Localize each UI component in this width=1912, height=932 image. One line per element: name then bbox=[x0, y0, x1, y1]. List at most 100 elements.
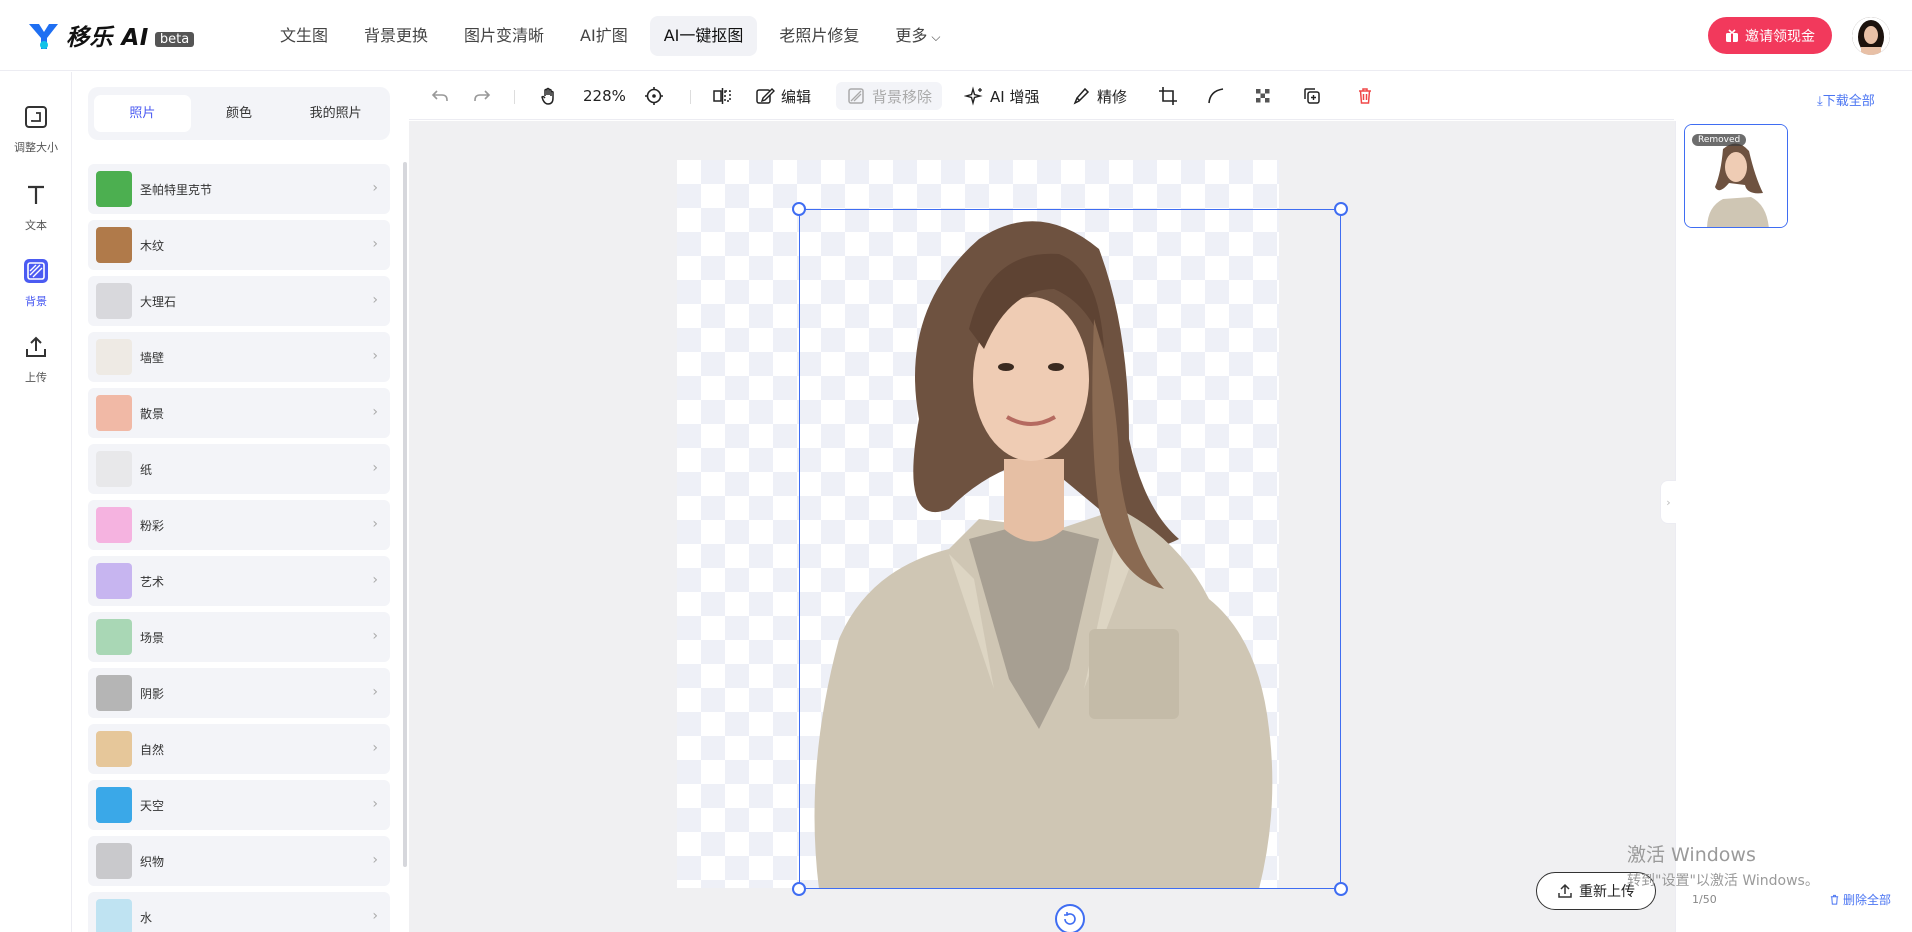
resize-handle-bottom-right[interactable] bbox=[1334, 882, 1348, 896]
duplicate-button[interactable] bbox=[1302, 84, 1322, 108]
collapse-panel-toggle[interactable]: › bbox=[1660, 480, 1676, 524]
background-category-label: 自然 bbox=[140, 742, 165, 757]
resize-handle-top-left[interactable] bbox=[792, 202, 806, 216]
center-fit-button[interactable] bbox=[644, 84, 664, 108]
background-category-item[interactable]: 阴影 › bbox=[88, 668, 390, 718]
background-category-item[interactable]: 木纹 › bbox=[88, 220, 390, 270]
brush-icon bbox=[1073, 87, 1090, 105]
background-thumbnail bbox=[96, 507, 132, 543]
background-category-item[interactable]: 水 › bbox=[88, 892, 390, 932]
chevron-right-icon: › bbox=[372, 180, 378, 196]
top-bar: 移乐 AI beta 文生图 背景更换 图片变清晰 AI扩图 AI一键抠图 老照… bbox=[0, 0, 1912, 71]
background-thumbnail bbox=[96, 395, 132, 431]
background-category-item[interactable]: 散景 › bbox=[88, 388, 390, 438]
sparkle-icon bbox=[964, 86, 983, 106]
background-category-label: 散景 bbox=[140, 406, 165, 421]
nav-ai-cutout[interactable]: AI一键抠图 bbox=[649, 16, 758, 56]
user-avatar[interactable] bbox=[1852, 17, 1890, 55]
rotate-handle[interactable] bbox=[1055, 904, 1085, 932]
crop-button[interactable] bbox=[1158, 84, 1178, 108]
beta-badge: beta bbox=[154, 31, 195, 47]
rail-item-upload[interactable]: 上传 bbox=[0, 334, 72, 385]
background-category-label: 木纹 bbox=[140, 238, 165, 253]
toolbar-divider bbox=[514, 90, 515, 104]
selection-box[interactable] bbox=[799, 209, 1341, 889]
compare-button[interactable] bbox=[712, 84, 732, 108]
undo-button[interactable] bbox=[430, 84, 450, 108]
nav-more[interactable]: 更多 ⌵ bbox=[881, 16, 954, 56]
background-category-label: 阴影 bbox=[140, 686, 165, 701]
delete-all-button[interactable]: 删除全部 bbox=[1829, 891, 1891, 908]
edit-button[interactable]: 编辑 bbox=[755, 84, 811, 108]
rail-item-resize[interactable]: 调整大小 bbox=[0, 104, 72, 155]
background-thumbnail bbox=[96, 899, 132, 932]
background-category-label: 织物 bbox=[140, 854, 165, 869]
background-category-item[interactable]: 织物 › bbox=[88, 836, 390, 886]
chevron-right-icon: › bbox=[372, 516, 378, 532]
background-category-list: 圣帕特里克节 › 木纹 › 大理石 › 墙壁 › 散景 › 纸 › 粉彩 › 艺术 › 场景 › 阴影 › 自然 › 天空 ›… bbox=[88, 164, 390, 932]
rail-item-text[interactable]: 文本 bbox=[0, 182, 72, 233]
logo-mark-icon bbox=[29, 24, 58, 49]
background-category-label: 场景 bbox=[140, 630, 165, 645]
text-icon bbox=[28, 185, 44, 204]
redo-icon bbox=[474, 90, 491, 101]
background-category-item[interactable]: 天空 › bbox=[88, 780, 390, 830]
rail-item-background[interactable]: 背景 bbox=[0, 258, 72, 309]
background-category-item[interactable]: 艺术 › bbox=[88, 556, 390, 606]
nav-background-replace[interactable]: 背景更换 bbox=[350, 16, 442, 56]
crosshair-icon bbox=[645, 87, 663, 105]
background-category-label: 天空 bbox=[140, 798, 165, 813]
panel-tabs: 照片 颜色 我的照片 bbox=[88, 87, 390, 140]
canvas-area[interactable] bbox=[409, 121, 1675, 932]
redo-button[interactable] bbox=[472, 84, 492, 108]
duplicate-icon bbox=[1304, 88, 1320, 104]
invite-cash-button[interactable]: 邀请领现金 bbox=[1708, 17, 1832, 54]
tab-my-photos[interactable]: 我的照片 bbox=[287, 95, 384, 132]
delete-button[interactable] bbox=[1355, 84, 1375, 108]
resize-handle-top-right[interactable] bbox=[1334, 202, 1348, 216]
chevron-right-icon: › bbox=[372, 236, 378, 252]
windows-activation-watermark: 激活 Windows 转到"设置"以激活 Windows。 bbox=[1627, 840, 1819, 890]
background-category-label: 墙壁 bbox=[140, 350, 165, 365]
background-category-item[interactable]: 大理石 › bbox=[88, 276, 390, 326]
rail-label-background: 背景 bbox=[25, 295, 47, 308]
background-category-item[interactable]: 场景 › bbox=[88, 612, 390, 662]
logo[interactable]: 移乐 AI beta bbox=[26, 18, 195, 52]
background-remove-button[interactable]: 背景移除 bbox=[836, 82, 943, 110]
crop-icon bbox=[1159, 87, 1177, 105]
nav-image-sharpen[interactable]: 图片变清晰 bbox=[450, 16, 558, 56]
nav-ai-expand[interactable]: AI扩图 bbox=[566, 16, 642, 56]
result-thumbnail[interactable]: Removed bbox=[1684, 124, 1788, 228]
background-thumbnail bbox=[96, 675, 132, 711]
background-thumbnail bbox=[96, 843, 132, 879]
zoom-level[interactable]: 228% bbox=[583, 84, 626, 108]
background-category-item[interactable]: 自然 › bbox=[88, 724, 390, 774]
curve-icon bbox=[1208, 88, 1224, 104]
download-all-label: 下载全部 bbox=[1822, 94, 1875, 109]
transparency-button[interactable] bbox=[1253, 84, 1273, 108]
background-category-label: 圣帕特里克节 bbox=[140, 182, 213, 197]
background-category-label: 艺术 bbox=[140, 574, 165, 589]
background-category-item[interactable]: 墙壁 › bbox=[88, 332, 390, 382]
chevron-right-icon: › bbox=[372, 628, 378, 644]
ai-enhance-label: AI 增强 bbox=[990, 87, 1040, 106]
panel-scrollbar[interactable] bbox=[403, 162, 407, 867]
background-category-item[interactable]: 粉彩 › bbox=[88, 500, 390, 550]
curve-button[interactable] bbox=[1206, 84, 1226, 108]
nav-text-to-image[interactable]: 文生图 bbox=[266, 16, 342, 56]
rail-label-upload: 上传 bbox=[25, 371, 47, 384]
ai-enhance-button[interactable]: AI 增强 bbox=[964, 84, 1039, 108]
background-thumbnail bbox=[96, 283, 132, 319]
resize-handle-bottom-left[interactable] bbox=[792, 882, 806, 896]
tab-photos[interactable]: 照片 bbox=[94, 95, 191, 132]
refine-button[interactable]: 精修 bbox=[1071, 84, 1127, 108]
background-category-item[interactable]: 纸 › bbox=[88, 444, 390, 494]
download-all-button[interactable]: ⤓下载全部 bbox=[1817, 90, 1875, 109]
tab-colors[interactable]: 颜色 bbox=[191, 95, 288, 132]
resize-icon bbox=[25, 106, 47, 128]
nav-old-photo-restore[interactable]: 老照片修复 bbox=[765, 16, 873, 56]
image-count: 1/50 bbox=[1692, 893, 1717, 906]
watermark-line-1: 激活 Windows bbox=[1627, 844, 1756, 866]
pan-tool-button[interactable] bbox=[539, 84, 559, 108]
background-category-item[interactable]: 圣帕特里克节 › bbox=[88, 164, 390, 214]
